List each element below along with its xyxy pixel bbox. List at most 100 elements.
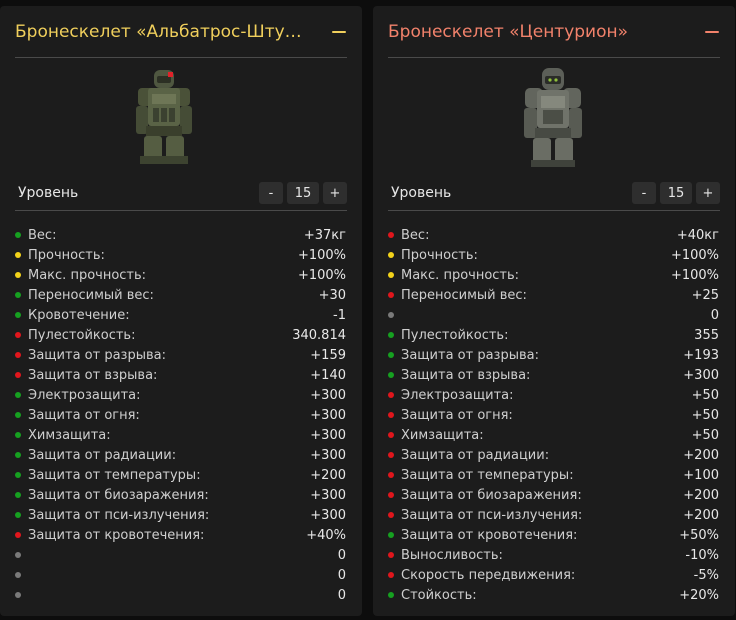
stat-name: Защита от радиации: [28,447,177,463]
stat-row: Химзащита: +300 [15,425,346,445]
stat-value: +300 [310,407,346,423]
stat-name: Защита от кровотечения: [401,527,578,543]
stat-name: Защита от пси-излучения: [28,507,210,523]
stat-value: +50 [691,427,719,443]
stat-name: Прочность: [401,247,478,263]
status-dot-icon [388,312,394,318]
stat-name: Защита от радиации: [401,447,550,463]
stat-name: Переносимый вес: [401,287,527,303]
stat-name: Защита от взрыва: [401,367,531,383]
armor-exoskeleton-image [524,68,582,167]
stat-name: Стойкость: [401,587,477,603]
stat-value: 0 [710,307,719,323]
stat-row: Электрозащита: +300 [15,385,346,405]
stat-row: Защита от огня: +300 [15,405,346,425]
level-increase-button[interactable]: + [696,182,720,204]
status-dot-icon [388,232,394,238]
stat-name: Вес: [401,227,430,243]
stat-name: Защита от кровотечения: [28,527,205,543]
stat-name: Защита от пси-излучения: [401,507,583,523]
stat-value: +40кг [676,227,719,243]
stat-value: +300 [683,367,719,383]
level-label: Уровень [391,185,452,201]
stat-row: Защита от радиации: +300 [15,445,346,465]
stat-row: Макс. прочность: +100% [388,265,719,285]
stat-row: Защита от пси-излучения: +200 [388,505,719,525]
stat-value: +100 [683,467,719,483]
stat-value: -1 [333,307,346,323]
status-dot-icon [15,232,21,238]
stat-value: -5% [693,567,719,583]
stat-name: Переносимый вес: [28,287,154,303]
status-dot-icon [388,412,394,418]
level-decrease-button[interactable]: - [632,182,656,204]
level-row: Уровень - 15 + [388,176,720,211]
stat-name: Защита от температуры: [28,467,201,483]
stat-value: +37кг [303,227,346,243]
stat-row: Защита от пси-излучения: +300 [15,505,346,525]
status-dot-icon [388,352,394,358]
stat-row: Скорость передвижения: -5% [388,565,719,585]
status-dot-icon [388,512,394,518]
status-dot-icon [388,532,394,538]
stat-name: Защита от биозаражения: [401,487,582,503]
stat-value: +140 [310,367,346,383]
level-decrease-button[interactable]: - [259,182,283,204]
stat-row: Пулестойкость: 355 [388,325,719,345]
stat-name: Кровотечение: [28,307,130,323]
stat-row: Защита от разрыва: +159 [15,345,346,365]
stat-value: +25 [691,287,719,303]
stat-row: Макс. прочность: +100% [15,265,346,285]
stat-value: +100% [297,247,346,263]
card-header: Бронескелет «Альбатрос-Шту… [15,6,347,58]
stat-row: Защита от температуры: +100 [388,465,719,485]
status-dot-icon [15,332,21,338]
level-stepper: - 15 + [259,182,347,204]
stat-value: +300 [310,387,346,403]
card-title: Бронескелет «Центурион» [388,21,629,42]
stat-row: Защита от биозаражения: +300 [15,485,346,505]
status-dot-icon [388,292,394,298]
stat-value: +50 [691,407,719,423]
stat-value: +200 [683,507,719,523]
status-dot-icon [388,392,394,398]
status-dot-icon [388,592,394,598]
stat-row: Защита от биозаражения: +200 [388,485,719,505]
level-increase-button[interactable]: + [323,182,347,204]
stat-row: 0 [15,545,346,565]
stat-value: 0 [337,567,346,583]
stat-value: +30 [318,287,346,303]
stat-value: +300 [310,487,346,503]
stat-value: -10% [685,547,719,563]
stat-value: +200 [683,487,719,503]
stat-value: +159 [310,347,346,363]
level-value[interactable]: 15 [287,182,319,204]
status-dot-icon [15,412,21,418]
stat-row: Вес: +40кг [388,225,719,245]
stat-value: 340.814 [292,327,346,343]
stat-row: Защита от кровотечения: +50% [388,525,719,545]
status-dot-icon [15,452,21,458]
stat-row: Кровотечение: -1 [15,305,346,325]
status-dot-icon [15,372,21,378]
status-dot-icon [15,552,21,558]
level-label: Уровень [18,185,79,201]
status-dot-icon [388,372,394,378]
stat-value: +100% [297,267,346,283]
level-value[interactable]: 15 [660,182,692,204]
status-dot-icon [388,472,394,478]
collapse-minus-icon[interactable] [331,24,347,40]
stat-row: Защита от радиации: +200 [388,445,719,465]
stat-row: Вес: +37кг [15,225,346,245]
collapse-minus-icon[interactable] [704,24,720,40]
stat-name: Макс. прочность: [401,267,520,283]
stat-row: Выносливость: -10% [388,545,719,565]
status-dot-icon [15,572,21,578]
stat-name: Вес: [28,227,57,243]
stat-value: +50% [679,527,719,543]
card-title: Бронескелет «Альбатрос-Шту… [15,21,302,42]
level-row: Уровень - 15 + [15,176,347,211]
status-dot-icon [15,432,21,438]
stat-value: 0 [337,587,346,603]
stat-name: Скорость передвижения: [401,567,576,583]
